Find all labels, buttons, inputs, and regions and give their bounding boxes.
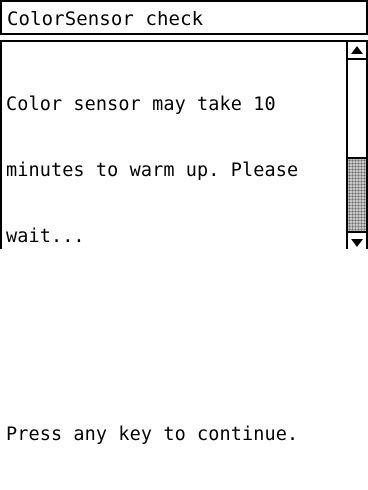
message-text: Color sensor may take 10 minutes to warm… <box>6 50 342 490</box>
arrow-down-icon <box>351 239 363 247</box>
message-line: Press any key to continue. <box>6 424 299 445</box>
vertical-scrollbar[interactable] <box>346 42 366 249</box>
title-bar: ColorSensor check <box>0 0 368 35</box>
arrow-up-icon <box>351 46 363 54</box>
scroll-down-button[interactable] <box>348 231 366 249</box>
scroll-thumb[interactable] <box>348 157 366 231</box>
message-line: minutes to warm up. Please <box>6 160 299 181</box>
message-pane: Color sensor may take 10 minutes to warm… <box>0 40 368 445</box>
message-line: wait... <box>6 226 85 247</box>
message-line: Color sensor may take 10 <box>6 94 276 115</box>
scroll-up-button[interactable] <box>348 42 366 60</box>
message-line <box>6 358 342 380</box>
window-title: ColorSensor check <box>7 8 204 30</box>
scroll-track[interactable] <box>348 60 366 231</box>
message-line <box>6 292 342 314</box>
